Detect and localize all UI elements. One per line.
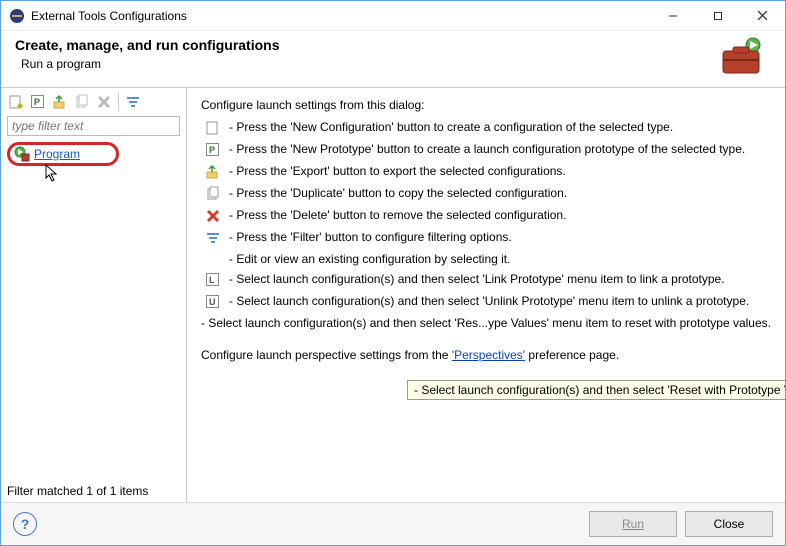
svg-text:U: U bbox=[209, 297, 216, 307]
instr-filter: - Press the 'Filter' button to configure… bbox=[201, 230, 771, 246]
new-prototype-button[interactable]: P bbox=[29, 93, 47, 111]
maximize-button[interactable] bbox=[695, 1, 740, 30]
close-window-button[interactable] bbox=[740, 1, 785, 30]
perspectives-suffix: preference page. bbox=[525, 348, 619, 362]
dialog-buttons: Run Close bbox=[589, 511, 773, 537]
toolbox-run-icon bbox=[709, 37, 765, 77]
instr-delete: - Press the 'Delete' button to remove th… bbox=[201, 208, 771, 224]
config-tree[interactable]: Program bbox=[1, 140, 186, 480]
close-button[interactable]: Close bbox=[685, 511, 773, 537]
delete-button[interactable] bbox=[95, 93, 113, 111]
main-area: P bbox=[1, 87, 785, 502]
button-bar: ? Run Close bbox=[1, 502, 785, 545]
toolbar-separator bbox=[118, 93, 119, 111]
filter-icon bbox=[205, 230, 221, 246]
unlink-prototype-icon: U bbox=[205, 294, 221, 310]
instr-duplicate: - Press the 'Duplicate' button to copy t… bbox=[201, 186, 771, 202]
instructions-title: Configure launch settings from this dial… bbox=[201, 98, 771, 112]
link-prototype-icon: L bbox=[205, 272, 221, 288]
header-subtitle: Run a program bbox=[21, 57, 709, 71]
perspectives-link[interactable]: 'Perspectives' bbox=[452, 348, 525, 362]
perspectives-line: Configure launch perspective settings fr… bbox=[201, 348, 771, 362]
left-pane: P bbox=[1, 88, 187, 502]
filter-button[interactable] bbox=[124, 93, 142, 111]
duplicate-button[interactable] bbox=[73, 93, 91, 111]
svg-text:P: P bbox=[34, 97, 40, 107]
instr-new-proto: P - Press the 'New Prototype' button to … bbox=[201, 142, 771, 158]
instr-new-config: - Press the 'New Configuration' button t… bbox=[201, 120, 771, 136]
header: Create, manage, and run configurations R… bbox=[1, 31, 785, 87]
dialog-window: External Tools Configurations Create, ma… bbox=[0, 0, 786, 546]
instr-export: - Press the 'Export' button to export th… bbox=[201, 164, 771, 180]
svg-text:P: P bbox=[209, 145, 215, 155]
titlebar: External Tools Configurations bbox=[1, 1, 785, 31]
help-button[interactable]: ? bbox=[13, 512, 37, 536]
header-title: Create, manage, and run configurations bbox=[15, 37, 709, 53]
filter-status: Filter matched 1 of 1 items bbox=[1, 480, 186, 502]
instr-edit: - Edit or view an existing configuration… bbox=[201, 252, 771, 266]
header-text: Create, manage, and run configurations R… bbox=[15, 37, 709, 71]
filter-input[interactable] bbox=[7, 116, 180, 136]
instr-link: L - Select launch configuration(s) and t… bbox=[201, 272, 771, 288]
tree-item-program[interactable]: Program bbox=[7, 142, 119, 166]
window-controls bbox=[650, 1, 785, 30]
tree-item-label: Program bbox=[34, 147, 80, 161]
perspectives-prefix: Configure launch perspective settings fr… bbox=[201, 348, 452, 362]
export-icon bbox=[205, 164, 221, 180]
new-configuration-button[interactable] bbox=[7, 93, 25, 111]
svg-text:L: L bbox=[209, 275, 215, 285]
minimize-button[interactable] bbox=[650, 1, 695, 30]
right-pane: Configure launch settings from this dial… bbox=[187, 88, 785, 502]
program-icon bbox=[14, 146, 30, 162]
new-prototype-icon: P bbox=[205, 142, 221, 158]
window-title: External Tools Configurations bbox=[31, 9, 650, 23]
new-config-icon bbox=[205, 120, 221, 136]
left-toolbar: P bbox=[1, 92, 186, 114]
tooltip: - Select launch configuration(s) and the… bbox=[407, 380, 785, 400]
instr-unlink: U - Select launch configuration(s) and t… bbox=[201, 294, 771, 310]
run-button[interactable]: Run bbox=[589, 511, 677, 537]
app-icon bbox=[9, 8, 25, 24]
export-button[interactable] bbox=[51, 93, 69, 111]
instr-reset: - Select launch configuration(s) and the… bbox=[201, 316, 771, 330]
duplicate-icon bbox=[205, 186, 221, 202]
delete-icon bbox=[205, 208, 221, 224]
